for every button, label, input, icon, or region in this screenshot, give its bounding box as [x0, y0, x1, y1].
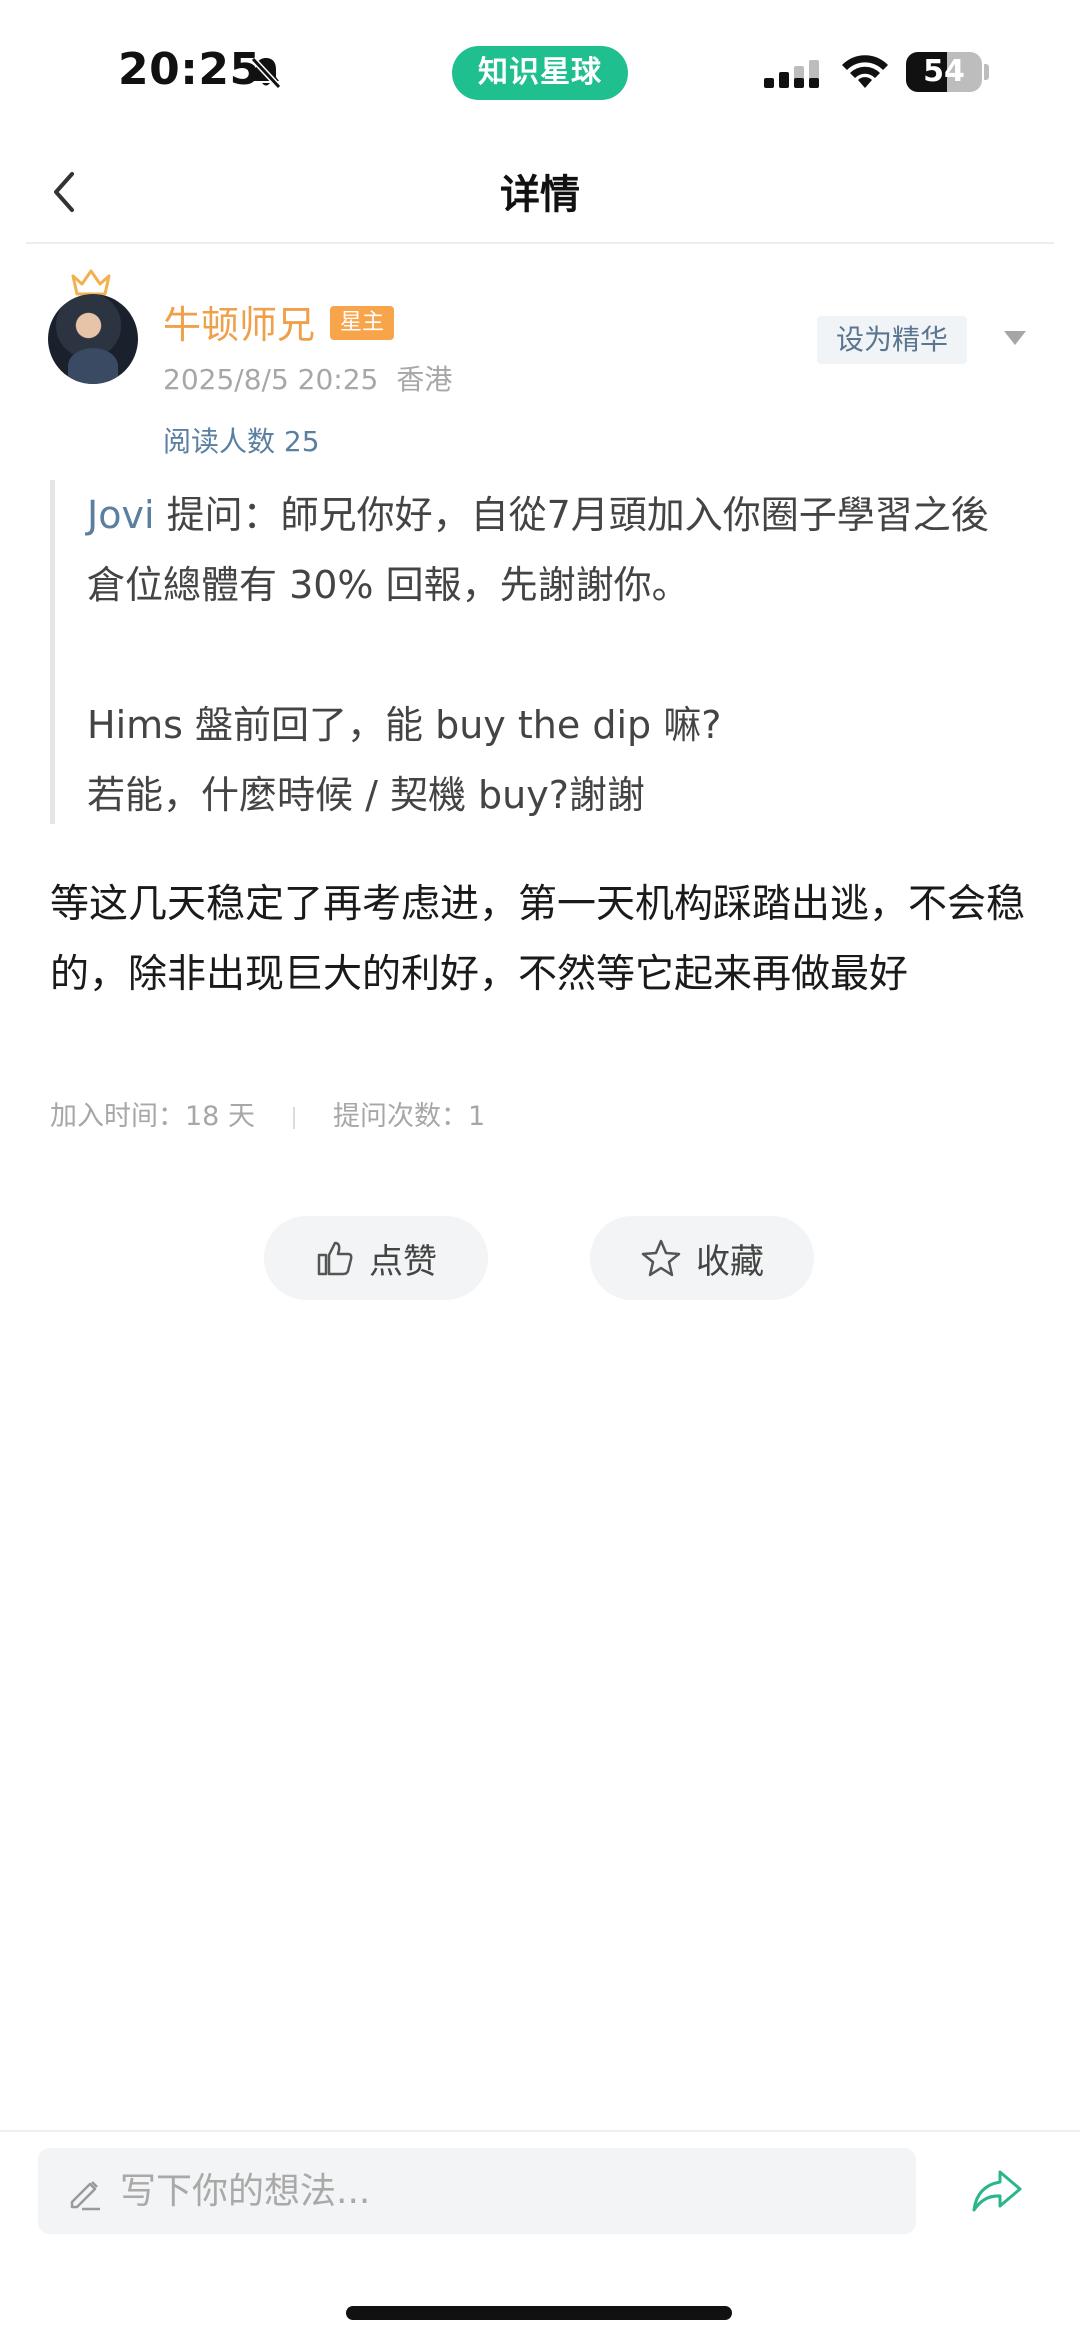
pen-icon — [66, 2174, 104, 2216]
bell-muted-icon — [248, 54, 284, 94]
meta-separator — [292, 1106, 295, 1129]
nav-bar: 详情 — [0, 140, 1080, 244]
avatar[interactable] — [48, 294, 138, 384]
author-name[interactable]: 牛顿师兄 — [163, 294, 315, 349]
status-time: 20:25 — [118, 44, 261, 95]
signal-icon — [764, 58, 824, 96]
post-meta: 2025/8/5 20:25 香港 — [163, 358, 470, 398]
bottom-divider — [0, 2130, 1080, 2132]
comment-composer[interactable] — [38, 2148, 916, 2234]
like-label: 点赞 — [369, 1241, 437, 1282]
page-title: 详情 — [500, 172, 580, 218]
nav-divider — [26, 242, 1054, 244]
asker-name[interactable]: Jovi — [87, 493, 155, 537]
post-location: 香港 — [396, 363, 453, 396]
set-featured-button[interactable]: 设为精华 — [817, 316, 967, 364]
author-avatar-group[interactable] — [48, 268, 142, 386]
question-text: 提问：師兄你好，自從7月頭加入你圈子學習之後倉位總體有 30% 回報，先謝謝你。… — [87, 493, 989, 817]
favorite-label: 收藏 — [696, 1241, 764, 1282]
home-indicator[interactable] — [346, 2306, 732, 2320]
star-icon — [641, 1239, 681, 1277]
favorite-button[interactable]: 收藏 — [590, 1216, 814, 1300]
answer-text: 等这几天稳定了再考虑进，第一天机构踩踏出逃，不会稳的，除非出现巨大的利好，不然等… — [50, 882, 1026, 997]
owner-badge: 星主 — [330, 306, 395, 340]
battery-level: 54 — [923, 54, 965, 89]
battery-icon: 54 — [906, 52, 982, 92]
battery-tip — [984, 64, 989, 80]
post-date: 2025/8/5 20:25 — [163, 363, 379, 396]
app-name-pill[interactable]: 知识星球 — [452, 46, 628, 100]
read-count[interactable]: 阅读人数 25 — [163, 420, 320, 460]
dropdown-arrow-icon[interactable] — [1004, 331, 1026, 345]
thumbs-up-icon — [317, 1241, 353, 1276]
like-button[interactable]: 点赞 — [264, 1216, 488, 1300]
answer-meta: 加入时间：18 天 提问次数：1 — [50, 1094, 485, 1133]
question-paragraph: Jovi 提问：師兄你好，自從7月頭加入你圈子學習之後倉位總體有 30% 回報，… — [87, 480, 1020, 830]
question-count: 提问次数：1 — [332, 1101, 486, 1132]
wifi-icon — [840, 52, 890, 96]
comment-input[interactable] — [120, 2148, 880, 2234]
question-quote: Jovi 提问：師兄你好，自從7月頭加入你圈子學習之後倉位總體有 30% 回報，… — [50, 480, 1020, 824]
join-time: 加入时间：18 天 — [50, 1101, 255, 1132]
share-icon[interactable] — [970, 2168, 1024, 2218]
status-bar: 20:25 知识星球 54 — [0, 0, 1080, 140]
